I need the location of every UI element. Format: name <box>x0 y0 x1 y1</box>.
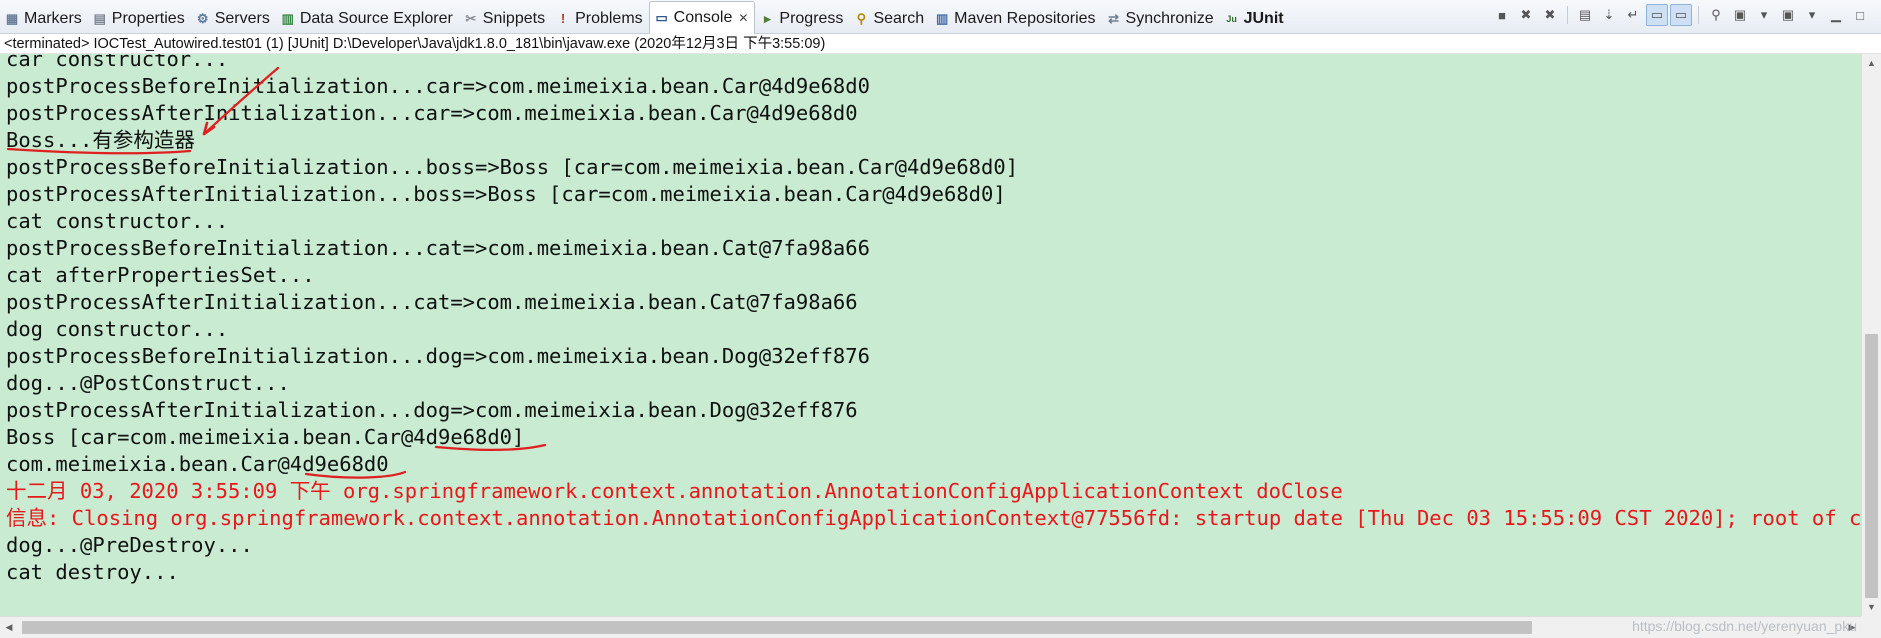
console-line-stdout: postProcessAfterInitialization...cat=>co… <box>6 290 858 314</box>
console-line-stdout: postProcessAfterInitialization...dog=>co… <box>6 398 858 422</box>
tab-list: ▦ Markers ▤ Properties ⚙ Servers ▥ Data Source … <box>0 0 1290 34</box>
scroll-lock-icon[interactable]: ⇣ <box>1598 4 1620 26</box>
scroll-up-icon[interactable]: ▲ <box>1862 54 1881 72</box>
search-icon: ⚲ <box>856 10 867 26</box>
tab-label: Progress <box>779 9 844 27</box>
tab-label: Problems <box>575 9 643 27</box>
console-line-stdout: cat constructor... <box>6 209 229 233</box>
console-line-stdout: dog...@PostConstruct... <box>6 371 290 395</box>
word-wrap-icon[interactable]: ↵ <box>1622 4 1644 26</box>
data-source-icon: ▥ <box>281 10 294 26</box>
watermark: https://blog.csdn.net/yerenyuan_pku <box>1632 618 1857 634</box>
console-line-stdout: Boss [car=com.meimeixia.bean.Car@4d9e68d… <box>6 425 525 449</box>
close-icon[interactable]: ✕ <box>738 11 748 25</box>
console-line-stdout: postProcessAfterInitialization...boss=>B… <box>6 182 1006 206</box>
console-line-stdout: postProcessBeforeInitialization...boss=>… <box>6 155 1019 179</box>
open-console-icon[interactable]: ▣ <box>1777 4 1799 26</box>
console-line-stdout: dog...@PreDestroy... <box>6 533 253 557</box>
problems-icon: ! <box>560 11 566 26</box>
tab-label: Data Source Explorer <box>299 9 453 27</box>
tab-synchronize[interactable]: ⇄ Synchronize <box>1102 4 1220 34</box>
console-icon: ▭ <box>655 9 668 25</box>
tab-junit[interactable]: Ju JUnit <box>1220 4 1290 34</box>
tab-maven[interactable]: ▥ Maven Repositories <box>930 4 1101 34</box>
clear-console-icon[interactable]: ▤ <box>1574 4 1596 26</box>
maven-icon: ▥ <box>935 10 949 26</box>
pin-console-icon[interactable]: ⚲ <box>1705 4 1727 26</box>
chevron-down-icon[interactable]: ▾ <box>1801 4 1823 26</box>
remove-all-terminated-icon[interactable]: ✖ <box>1539 4 1561 26</box>
remove-launch-icon[interactable]: ✖ <box>1515 4 1537 26</box>
scroll-corner <box>1861 616 1881 638</box>
console-line-stdout: cat afterPropertiesSet... <box>6 263 315 287</box>
terminate-icon[interactable]: ■ <box>1491 4 1513 26</box>
console-line-stdout: Boss...有参构造器 <box>6 128 195 152</box>
vertical-scrollbar[interactable]: ▲ ▼ <box>1861 54 1881 616</box>
minimize-icon[interactable]: ▁ <box>1825 4 1847 26</box>
display-selected-console-icon[interactable]: ▣ <box>1729 4 1751 26</box>
console-line-stdout: postProcessBeforeInitialization...cat=>c… <box>6 236 870 260</box>
tab-label: Console <box>673 8 733 26</box>
show-on-stdout-icon[interactable]: ▭ <box>1646 4 1668 26</box>
toolbar-separator <box>1567 6 1568 24</box>
progress-icon: ▸ <box>764 10 771 26</box>
snippets-icon: ✂ <box>465 10 477 26</box>
tab-label: Markers <box>24 9 82 27</box>
console-line-stderr: 信息: Closing org.springframework.context.… <box>6 506 1861 530</box>
tab-servers[interactable]: ⚙ Servers <box>191 4 276 34</box>
markers-icon: ▦ <box>5 10 19 26</box>
toolbar-separator <box>1698 6 1699 24</box>
properties-icon: ▤ <box>93 10 106 26</box>
horizontal-scrollbar[interactable]: ◀ ▶ <box>0 616 1861 638</box>
tab-problems[interactable]: ! Problems <box>551 4 649 34</box>
scroll-down-icon[interactable]: ▼ <box>1862 598 1881 616</box>
tab-progress[interactable]: ▸ Progress <box>755 4 849 34</box>
console-toolbar: ■ ✖ ✖ ▤ ⇣ ↵ ▭ ▭ ⚲ ▣ ▾ ▣ ▾ ▁ □ <box>1491 4 1871 26</box>
tab-data-source[interactable]: ▥ Data Source Explorer <box>276 4 459 34</box>
console-lines: car constructor... postProcessBeforeIniti… <box>6 54 1861 586</box>
show-on-stderr-icon[interactable]: ▭ <box>1670 4 1692 26</box>
console-launch-description: <terminated> IOCTest_Autowired.test01 (1… <box>0 34 1881 54</box>
tab-label: Servers <box>214 9 270 27</box>
tab-label: Properties <box>111 9 185 27</box>
console-line-stdout: postProcessAfterInitialization...car=>co… <box>6 101 858 125</box>
console-line-stdout: postProcessBeforeInitialization...dog=>c… <box>6 344 870 368</box>
console-line-stdout: cat destroy... <box>6 560 179 584</box>
console-line-stdout: com.meimeixia.bean.Car@4d9e68d0 <box>6 452 389 476</box>
view-tab-bar: ▦ Markers ▤ Properties ⚙ Servers ▥ Data Source … <box>0 0 1881 34</box>
console-line-stdout: car constructor... <box>6 54 229 71</box>
tab-console[interactable]: ▭ Console ✕ <box>648 0 756 34</box>
horizontal-scroll-thumb[interactable] <box>22 621 1532 634</box>
junit-icon: Ju <box>1226 13 1237 24</box>
console-output[interactable]: car constructor... postProcessBeforeIniti… <box>0 54 1861 616</box>
tab-markers[interactable]: ▦ Markers <box>0 4 88 34</box>
chevron-down-icon[interactable]: ▾ <box>1753 4 1775 26</box>
synchronize-icon: ⇄ <box>1108 10 1119 26</box>
servers-icon: ⚙ <box>196 10 209 26</box>
vertical-scroll-thumb[interactable] <box>1865 334 1878 598</box>
tab-label: Maven Repositories <box>954 9 1096 27</box>
tab-label: Snippets <box>482 9 546 27</box>
scroll-left-icon[interactable]: ◀ <box>0 617 18 638</box>
tab-label: JUnit <box>1243 9 1284 27</box>
console-line-stdout: postProcessBeforeInitialization...car=>c… <box>6 74 870 98</box>
tab-search[interactable]: ⚲ Search <box>849 4 930 34</box>
tab-label: Synchronize <box>1125 9 1214 27</box>
tab-label: Search <box>873 9 925 27</box>
maximize-icon[interactable]: □ <box>1849 4 1871 26</box>
tab-snippets[interactable]: ✂ Snippets <box>459 4 551 34</box>
console-line-stderr: 十二月 03, 2020 3:55:09 下午 org.springframew… <box>6 479 1343 503</box>
console-line-stdout: dog constructor... <box>6 317 229 341</box>
tab-properties[interactable]: ▤ Properties <box>88 4 191 34</box>
